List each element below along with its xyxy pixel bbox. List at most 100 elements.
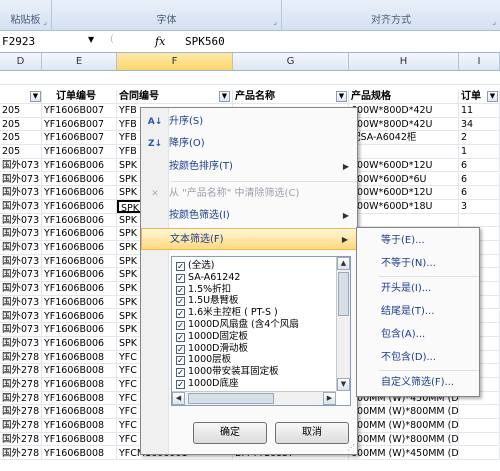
clear-filter-item[interactable]: ✕ 从 "产品名称" 中清除筛选(C) [141, 183, 357, 205]
checkbox-checked-icon[interactable]: ✓ [176, 285, 185, 295]
cell-e[interactable]: YF1606B006 [42, 268, 117, 282]
cell-d[interactable]: 国外073 [0, 268, 42, 282]
checkbox-checked-icon[interactable]: ✓ [176, 309, 185, 319]
cell-h[interactable]: 600W*600D*12U [349, 186, 459, 199]
cell-d[interactable]: 国外073 [0, 172, 42, 186]
name-box[interactable]: F2923 [0, 33, 95, 51]
column-header-h[interactable]: H [349, 53, 459, 71]
dialog-launcher-icon[interactable]: ⌟ [273, 17, 277, 26]
cell-e[interactable]: YF1606B006 [42, 336, 117, 350]
separator-handle-icon[interactable]: ( [110, 34, 114, 45]
cell-i[interactable] [459, 446, 500, 460]
column-header-i[interactable]: I [459, 53, 500, 71]
cell-d[interactable]: 205 [0, 117, 42, 131]
column-header-e[interactable]: E [42, 53, 117, 71]
cell-i[interactable]: 3 [459, 199, 500, 213]
cell-e[interactable]: YF1606B008 [42, 432, 117, 446]
cancel-button[interactable]: 取消 [275, 422, 349, 444]
cell-e[interactable]: YF1606B006 [42, 295, 117, 309]
cell-i[interactable] [459, 432, 500, 446]
cell-d[interactable]: 国外278 [0, 364, 42, 377]
cell-d[interactable]: 国外073 [0, 295, 42, 309]
filter-dropdown-icon[interactable]: ▼ [219, 91, 230, 102]
filter-value-list[interactable]: ✓ (全选) ✓ SA-A61242 ✓ 1.5%折扣 ✓ 1.5U悬臂板 ✓ 1.6米主控柜 (… [171, 256, 351, 406]
ok-button[interactable]: 确定 [193, 422, 267, 444]
text-filter-option[interactable]: 不等于(N)... [357, 253, 479, 275]
text-filter-option[interactable]: 包含(A)... [357, 324, 479, 346]
filter-list-item[interactable]: ✓ 1000D滑动板 [176, 343, 248, 355]
text-filter-option[interactable]: 开头是(I)... [357, 278, 479, 300]
checkbox-checked-icon[interactable]: ✓ [176, 297, 185, 307]
cell-d[interactable]: 国外073 [0, 282, 42, 295]
cell-i[interactable] [459, 405, 500, 419]
cell-e[interactable]: YF1606B008 [42, 364, 117, 377]
cell-i[interactable]: 34 [459, 117, 500, 131]
cell-h[interactable]: 600MM (W)*800MM (D)*2:2 [349, 419, 459, 432]
cell-e[interactable]: YF1606B008 [42, 391, 117, 405]
cell-h[interactable]: 600MM (W)*450MM (D)*3:1 [349, 446, 459, 460]
cell-e[interactable]: YF1606B006 [42, 213, 117, 227]
cell-h[interactable]: 600W*600D*18U [349, 199, 459, 213]
cell-d[interactable]: 205 [0, 145, 42, 158]
cell-e[interactable]: YF1606B006 [42, 227, 117, 240]
cell-e[interactable]: YF1606B008 [42, 378, 117, 391]
cell-e[interactable]: YF1606B006 [42, 309, 117, 323]
scroll-right-icon[interactable]: ▶ [323, 392, 336, 405]
cell-h[interactable]: 配SA-A6042柜 [349, 131, 459, 145]
header-cell-product-name[interactable]: 产品名称 [233, 90, 349, 103]
cell-i[interactable]: 6 [459, 172, 500, 186]
cell-d[interactable]: 国外073 [0, 213, 42, 227]
cell-d[interactable]: 国外073 [0, 158, 42, 172]
filter-list-item[interactable]: ✓ 1.6米主控柜 ( PT-S ) [176, 307, 278, 319]
insert-function-icon[interactable]: fx [155, 35, 165, 48]
filter-dropdown-icon[interactable]: ▼ [487, 91, 498, 102]
cell-i[interactable]: 6 [459, 186, 500, 199]
scroll-up-icon[interactable]: ▲ [337, 257, 350, 270]
cell-i[interactable]: 2 [459, 131, 500, 145]
cell-e[interactable]: YF1606B006 [42, 186, 117, 199]
cell-e[interactable]: YF1606B007 [42, 104, 117, 117]
header-cell-product-spec[interactable]: 产品规格 [349, 90, 459, 103]
scroll-thumb[interactable] [188, 393, 274, 404]
cell-d[interactable]: 国外073 [0, 336, 42, 350]
scroll-down-icon[interactable]: ▼ [337, 378, 350, 391]
filter-list-item[interactable]: ✓ 1000D底座 [176, 378, 239, 390]
filter-dropdown-icon[interactable]: ▼ [336, 91, 347, 102]
cell-i[interactable]: 6 [459, 158, 500, 172]
cell-e[interactable]: YF1606B007 [42, 145, 117, 158]
dialog-launcher-icon[interactable]: ⌟ [43, 17, 47, 26]
filter-by-color-item[interactable]: 按颜色筛选(I) ▶ [141, 205, 357, 227]
cell-i[interactable] [459, 419, 500, 432]
filter-list-item[interactable]: ✓ 1000D风扇盘 (含4个风扇 [176, 319, 299, 331]
cell-e[interactable]: YF1606B007 [42, 117, 117, 131]
cell-h[interactable]: 600W*800D*42U [349, 104, 459, 117]
cell-d[interactable]: 国外278 [0, 391, 42, 405]
filter-list-item[interactable]: ✓ 1.5U悬臂板 [176, 295, 239, 307]
cell-e[interactable]: YF1606B007 [42, 131, 117, 145]
header-cell-order-no[interactable]: 订单编号 [42, 90, 117, 103]
cell-h[interactable]: 600W*600D*6U [349, 172, 459, 186]
filter-list-item[interactable]: ✓ 1.5%折扣 [176, 284, 231, 296]
cell-e[interactable]: YF1606B008 [42, 350, 117, 364]
cell-d[interactable]: 国外278 [0, 405, 42, 419]
text-filter-option[interactable]: 等于(E)... [357, 230, 479, 252]
cell-e[interactable]: YF1606B006 [42, 282, 117, 295]
cell-d[interactable]: 国外278 [0, 432, 42, 446]
cell-i[interactable] [459, 213, 500, 227]
cell-e[interactable]: YF1606B006 [42, 254, 117, 268]
cell-d[interactable]: 国外073 [0, 241, 42, 254]
checkbox-checked-icon[interactable]: ✓ [176, 332, 185, 342]
cell-e[interactable]: YF1606B006 [42, 199, 117, 213]
cell-h[interactable]: 600W*600D*12U [349, 158, 459, 172]
formula-input[interactable]: SPK560 [185, 33, 225, 51]
checkbox-checked-icon[interactable]: ✓ [176, 273, 185, 283]
cell-h[interactable] [349, 145, 459, 158]
cell-e[interactable]: YF1606B008 [42, 405, 117, 419]
sort-by-color-item[interactable]: 按颜色排序(T) ▶ [141, 156, 357, 178]
cell-d[interactable]: 国外278 [0, 446, 42, 460]
column-header-d[interactable]: D [0, 53, 42, 71]
cell-d[interactable]: 国外073 [0, 227, 42, 240]
cell-d[interactable]: 国外073 [0, 323, 42, 336]
filter-list-item[interactable]: ✓ SA-A61242 [176, 272, 240, 284]
cell-h[interactable]: 600MM (W)*800MM (D)*2:2 [349, 432, 459, 446]
